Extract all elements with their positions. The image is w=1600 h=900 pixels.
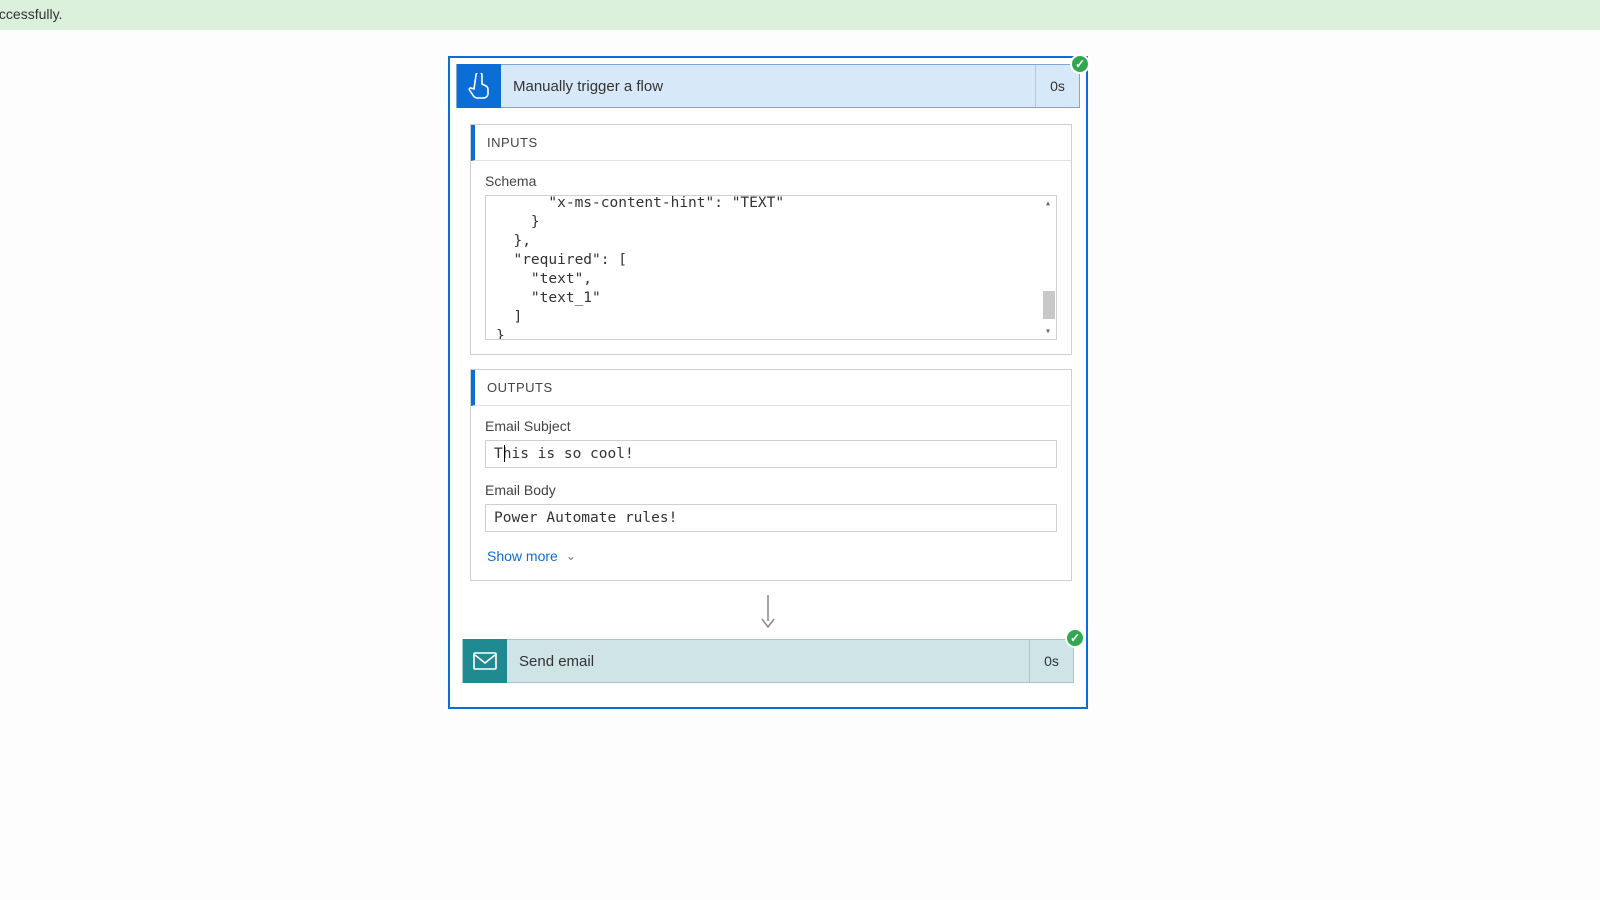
inputs-panel: INPUTS Schema "x-ms-content-hint": "TEXT…	[470, 124, 1072, 355]
selected-step-frame: ✓ Manually trigger a flow 0s INPUTS Sche…	[448, 56, 1088, 709]
email-subject-value[interactable]: This is so cool!	[485, 440, 1057, 468]
inputs-heading: INPUTS	[471, 125, 1071, 161]
text-caret	[504, 445, 505, 462]
email-subject-label: Email Subject	[485, 418, 1057, 434]
manual-trigger-icon	[457, 64, 501, 108]
email-body-value[interactable]: Power Automate rules!	[485, 504, 1057, 532]
email-body-label: Email Body	[485, 482, 1057, 498]
send-email-step[interactable]: ✓ Send email 0s	[462, 639, 1074, 683]
email-body-text: Power Automate rules!	[494, 510, 677, 526]
chevron-down-icon: ⌄	[566, 549, 576, 563]
success-banner-text: ran successfully.	[0, 6, 1600, 22]
success-banner: ran successfully.	[0, 0, 1600, 30]
scroll-down-icon[interactable]: ▾	[1045, 326, 1051, 337]
trigger-step[interactable]: ✓ Manually trigger a flow 0s	[456, 64, 1080, 108]
mail-icon	[463, 639, 507, 683]
show-more-label: Show more	[487, 548, 558, 564]
schema-scrollbar[interactable]: ▴ ▾	[1040, 196, 1056, 339]
scroll-up-icon[interactable]: ▴	[1045, 198, 1051, 209]
outputs-heading: OUTPUTS	[471, 370, 1071, 406]
success-check-icon: ✓	[1065, 628, 1085, 648]
success-check-icon: ✓	[1070, 54, 1090, 74]
email-subject-text: This is so cool!	[494, 446, 634, 462]
trigger-step-header[interactable]: Manually trigger a flow 0s	[456, 64, 1080, 108]
flow-canvas: ✓ Manually trigger a flow 0s INPUTS Sche…	[448, 56, 1088, 709]
scroll-thumb[interactable]	[1043, 291, 1055, 319]
schema-label: Schema	[485, 173, 1057, 189]
schema-content: "x-ms-content-hint": "TEXT" } }, "requir…	[486, 195, 794, 340]
send-email-header[interactable]: Send email 0s	[462, 639, 1074, 683]
send-email-title: Send email	[507, 653, 1029, 670]
schema-textarea[interactable]: "x-ms-content-hint": "TEXT" } }, "requir…	[485, 195, 1057, 340]
trigger-title: Manually trigger a flow	[501, 78, 1035, 95]
send-email-duration: 0s	[1029, 640, 1073, 682]
connector-arrow	[456, 595, 1080, 631]
outputs-panel: OUTPUTS Email Subject This is so cool! E…	[470, 369, 1072, 581]
show-more-link[interactable]: Show more ⌄	[485, 546, 576, 566]
